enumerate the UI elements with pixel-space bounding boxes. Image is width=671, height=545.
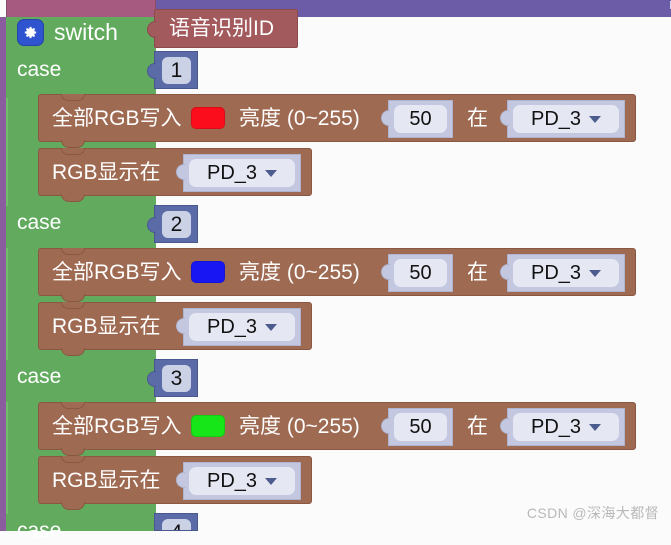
brightness-value-2[interactable]: 50 <box>394 259 447 287</box>
case-value-4[interactable]: 4 <box>162 519 191 530</box>
case-label-1: case <box>17 58 62 81</box>
case-label-3: case <box>17 365 62 388</box>
chevron-down-icon <box>589 115 602 123</box>
case-value-block-4[interactable]: 4 <box>154 513 198 531</box>
case-value-block-2[interactable]: 2 <box>147 205 198 243</box>
case-label-4: case <box>17 519 62 542</box>
puzzle-connector-left <box>381 418 390 434</box>
pin-dropdown-3[interactable]: PD_3 <box>513 259 619 287</box>
statement-at-label: 在 <box>467 415 488 438</box>
puzzle-connector-left <box>381 264 390 280</box>
pin-dropdown-wrap-6[interactable]: PD_3 <box>176 462 301 500</box>
statement-rgb-show-3[interactable]: RGB显示在 PD_3 <box>38 456 312 510</box>
pin-dropdown-value: PD_3 <box>206 469 258 492</box>
pin-dropdown-6[interactable]: PD_3 <box>189 467 295 495</box>
pin-dropdown-wrap-5[interactable]: PD_3 <box>500 408 625 446</box>
statement-prefix-label: 全部RGB写入 <box>52 107 182 130</box>
pin-dropdown-value: PD_3 <box>206 315 258 338</box>
gear-icon[interactable] <box>17 19 44 46</box>
statement-prefix-label: RGB显示在 <box>52 469 161 492</box>
brightness-value-3[interactable]: 50 <box>394 413 447 441</box>
case-value-1[interactable]: 1 <box>162 57 191 84</box>
puzzle-connector-left <box>155 525 156 530</box>
statement-brightness-label: 亮度 (0~255) <box>239 261 360 284</box>
puzzle-connector-left <box>176 164 185 180</box>
statement-brightness-label: 亮度 (0~255) <box>239 415 360 438</box>
statement-rgb-write-2[interactable]: 全部RGB写入 亮度 (0~255) 50 在 PD_3 <box>38 248 636 302</box>
pin-dropdown-value: PD_3 <box>530 261 582 284</box>
pin-dropdown-value: PD_3 <box>206 161 258 184</box>
puzzle-connector-left <box>500 110 509 126</box>
switch-condition-label: 语音识别ID <box>169 17 274 40</box>
statement-prefix-label: 全部RGB写入 <box>52 261 182 284</box>
puzzle-connector-left <box>147 371 156 387</box>
pin-dropdown-5[interactable]: PD_3 <box>513 413 619 441</box>
notch-top <box>61 402 85 409</box>
statement-rgb-write-3[interactable]: 全部RGB写入 亮度 (0~255) 50 在 PD_3 <box>38 402 636 456</box>
chevron-down-icon <box>589 269 602 277</box>
statement-brightness-label: 亮度 (0~255) <box>239 107 360 130</box>
pin-dropdown-1[interactable]: PD_3 <box>513 105 619 133</box>
notch-top <box>61 248 85 255</box>
statement-rgb-show-1[interactable]: RGB显示在 PD_3 <box>38 148 312 202</box>
pin-dropdown-value: PD_3 <box>530 107 582 130</box>
switch-condition-block[interactable]: 语音识别ID <box>147 9 298 48</box>
puzzle-connector-left <box>176 318 185 334</box>
notch-top <box>61 456 85 463</box>
case-value-block-1[interactable]: 1 <box>147 51 198 89</box>
pin-dropdown-2[interactable]: PD_3 <box>189 159 295 187</box>
puzzle-connector-left <box>147 217 156 233</box>
notch-top <box>61 148 85 155</box>
case-value-block-3[interactable]: 3 <box>147 359 198 397</box>
case-value-3[interactable]: 3 <box>162 365 191 392</box>
statement-at-label: 在 <box>467 107 488 130</box>
statement-rgb-write-1[interactable]: 全部RGB写入 亮度 (0~255) 50 在 PD_3 <box>38 94 636 148</box>
color-swatch-2[interactable] <box>191 261 225 283</box>
brightness-field-wrap-3[interactable]: 50 <box>381 408 453 446</box>
statement-prefix-label: 全部RGB写入 <box>52 415 182 438</box>
plum-block-fragment[interactable] <box>6 0 156 21</box>
pin-dropdown-wrap-3[interactable]: PD_3 <box>500 254 625 292</box>
statement-prefix-label: RGB显示在 <box>52 161 161 184</box>
puzzle-connector-left <box>381 110 390 126</box>
statement-prefix-label: RGB显示在 <box>52 315 161 338</box>
switch-label: switch <box>54 19 118 45</box>
statement-rgb-show-2[interactable]: RGB显示在 PD_3 <box>38 302 312 356</box>
puzzle-connector-left <box>176 472 185 488</box>
brightness-value-1[interactable]: 50 <box>394 105 447 133</box>
chevron-down-icon <box>265 169 278 177</box>
chevron-down-icon <box>265 323 278 331</box>
pin-dropdown-wrap-1[interactable]: PD_3 <box>500 100 625 138</box>
puzzle-connector-left <box>500 264 509 280</box>
color-swatch-1[interactable] <box>191 107 225 129</box>
chevron-down-icon <box>265 477 278 485</box>
notch-top <box>61 302 85 309</box>
pin-dropdown-wrap-2[interactable]: PD_3 <box>176 154 301 192</box>
puzzle-connector-left <box>500 418 509 434</box>
puzzle-connector-left <box>147 63 156 79</box>
pin-dropdown-4[interactable]: PD_3 <box>189 313 295 341</box>
case-value-2[interactable]: 2 <box>162 211 191 238</box>
case-label-2: case <box>17 211 62 234</box>
color-swatch-3[interactable] <box>191 415 225 437</box>
brightness-field-wrap-2[interactable]: 50 <box>381 254 453 292</box>
csdn-watermark: CSDN @深海大都督 <box>526 505 659 521</box>
pin-dropdown-wrap-4[interactable]: PD_3 <box>176 308 301 346</box>
chevron-down-icon <box>589 423 602 431</box>
brightness-field-wrap-1[interactable]: 50 <box>381 100 453 138</box>
notch-top <box>61 94 85 101</box>
pin-dropdown-value: PD_3 <box>530 415 582 438</box>
statement-at-label: 在 <box>467 261 488 284</box>
